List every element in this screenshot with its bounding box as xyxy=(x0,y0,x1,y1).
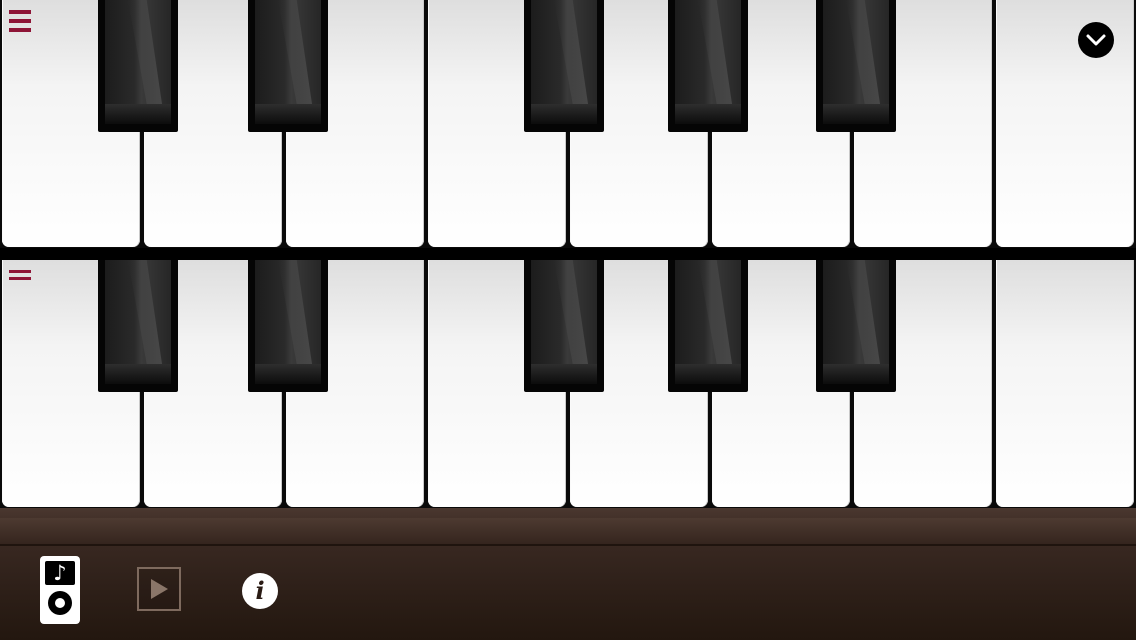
black-key[interactable] xyxy=(248,260,328,392)
collapse-keyboard-button[interactable] xyxy=(1078,22,1114,58)
black-key[interactable] xyxy=(668,0,748,132)
chevron-down-icon xyxy=(1086,34,1106,46)
black-key[interactable] xyxy=(816,260,896,392)
keyboard-top xyxy=(0,0,1136,248)
toolbar-rail xyxy=(0,518,1136,546)
info-button[interactable]: i xyxy=(242,573,278,609)
music-player-button[interactable]: ♪ xyxy=(40,556,80,624)
click-wheel-icon xyxy=(48,591,72,615)
hamburger-menu-icon[interactable] xyxy=(9,10,31,37)
music-note-icon: ♪ xyxy=(45,561,75,585)
white-key[interactable] xyxy=(996,260,1134,507)
black-key[interactable] xyxy=(98,0,178,132)
keyboard-bottom xyxy=(0,260,1136,508)
black-key[interactable] xyxy=(524,0,604,132)
black-key[interactable] xyxy=(248,0,328,132)
play-icon xyxy=(151,579,168,599)
black-key[interactable] xyxy=(524,260,604,392)
info-icon: i xyxy=(255,576,265,605)
black-key[interactable] xyxy=(98,260,178,392)
hamburger-menu-icon[interactable] xyxy=(9,270,31,284)
black-key[interactable] xyxy=(816,0,896,132)
black-key[interactable] xyxy=(668,260,748,392)
play-button[interactable] xyxy=(137,567,181,611)
